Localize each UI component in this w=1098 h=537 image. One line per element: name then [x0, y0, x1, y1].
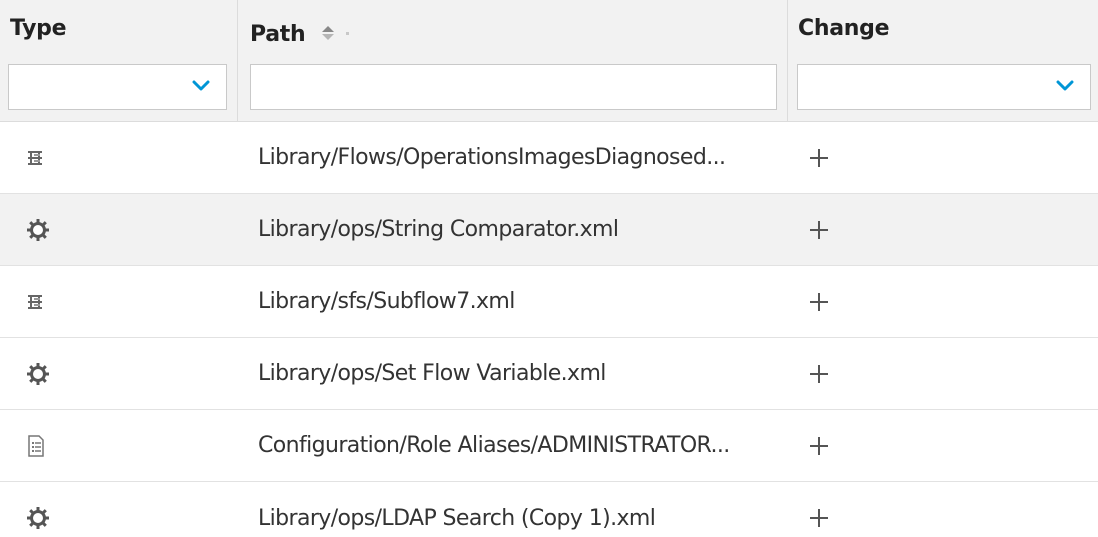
column-label-path-text: Path: [250, 22, 306, 47]
sort-icon[interactable]: [321, 23, 335, 43]
gear-icon: [27, 218, 49, 241]
change-filter-dropdown[interactable]: [797, 64, 1091, 110]
path-cell: Library/Flows/OperationsImagesDiagnosed.…: [258, 145, 726, 170]
change-cell: [788, 338, 1098, 409]
type-cell: [0, 194, 238, 265]
flow-icon: [28, 150, 42, 165]
table-row[interactable]: Configuration/Role Aliases/ADMINISTRATOR…: [0, 410, 1098, 482]
document-icon: [28, 434, 44, 457]
path-cell: Library/ops/String Comparator.xml: [258, 217, 619, 242]
table-row[interactable]: Library/Flows/OperationsImagesDiagnosed.…: [0, 122, 1098, 194]
grid-header: Type Path Change: [0, 0, 1098, 122]
plus-icon: [810, 436, 828, 455]
table-row[interactable]: Library/ops/LDAP Search (Copy 1).xml: [0, 482, 1098, 537]
chevron-down-icon[interactable]: [192, 79, 210, 93]
type-cell: [0, 122, 238, 193]
table-row[interactable]: Library/ops/String Comparator.xml: [0, 194, 1098, 266]
plus-icon: [810, 364, 828, 383]
chevron-down-icon[interactable]: [1056, 79, 1074, 93]
column-header-path[interactable]: Path: [238, 0, 788, 121]
type-cell: [0, 338, 238, 409]
table-row[interactable]: Library/ops/Set Flow Variable.xml: [0, 338, 1098, 410]
path-cell: Library/ops/LDAP Search (Copy 1).xml: [258, 505, 656, 531]
plus-icon: [810, 148, 828, 167]
type-cell: [0, 482, 238, 537]
column-header-type[interactable]: Type: [0, 0, 238, 121]
flow-icon: [28, 294, 42, 309]
plus-icon: [810, 292, 828, 311]
column-label-type: Type: [10, 16, 67, 41]
column-label-path: Path: [250, 22, 350, 47]
type-cell: [0, 410, 238, 481]
gear-icon: [27, 362, 49, 385]
type-cell: [0, 266, 238, 337]
gear-icon: [27, 507, 49, 529]
divider-dot-icon: [346, 31, 350, 35]
column-header-change[interactable]: Change: [788, 0, 1098, 121]
column-label-change: Change: [798, 16, 890, 41]
plus-icon: [810, 220, 828, 239]
path-cell: Configuration/Role Aliases/ADMINISTRATOR…: [258, 433, 730, 458]
change-cell: [788, 410, 1098, 481]
change-cell: [788, 122, 1098, 193]
change-cell: [788, 266, 1098, 337]
type-filter-dropdown[interactable]: [8, 64, 227, 110]
plus-icon: [810, 509, 828, 527]
path-cell: Library/ops/Set Flow Variable.xml: [258, 361, 606, 386]
change-cell: [788, 482, 1098, 537]
path-filter-input[interactable]: [250, 64, 777, 110]
changes-grid: Type Path Change Library/Flows/Operation…: [0, 0, 1098, 537]
change-cell: [788, 194, 1098, 265]
path-cell: Library/sfs/Subflow7.xml: [258, 289, 515, 314]
table-row[interactable]: Library/sfs/Subflow7.xml: [0, 266, 1098, 338]
